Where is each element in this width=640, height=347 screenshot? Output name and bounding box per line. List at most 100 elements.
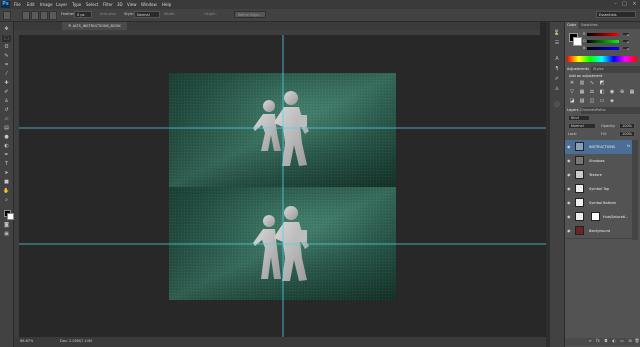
workspace-select[interactable]: Essentials bbox=[596, 11, 636, 18]
layer-row[interactable]: ◉ Symbol Top bbox=[565, 182, 632, 197]
tab-paths[interactable]: Paths bbox=[594, 107, 608, 114]
tab-swatches[interactable]: Swatches bbox=[579, 22, 600, 29]
menu-filter[interactable]: Filter bbox=[103, 1, 113, 8]
delete-layer-icon[interactable]: 🗑 bbox=[634, 338, 640, 344]
gradient-icon[interactable]: ▤ bbox=[2, 125, 11, 132]
zoom-icon[interactable]: ⌕ bbox=[2, 197, 11, 204]
canvas-area[interactable] bbox=[19, 35, 546, 337]
menu-layer[interactable]: Layer bbox=[56, 1, 67, 8]
brush-presets-icon[interactable]: ✐ bbox=[553, 76, 561, 83]
hue-icon[interactable]: ▦ bbox=[579, 89, 585, 95]
visibility-eye-icon[interactable]: ◉ bbox=[567, 228, 572, 233]
history-brush-icon[interactable]: ↺ bbox=[2, 107, 11, 114]
bw-icon[interactable]: ◧ bbox=[599, 89, 605, 95]
levels-icon[interactable]: ▥ bbox=[579, 80, 585, 86]
feather-input[interactable]: 0 px bbox=[74, 11, 92, 18]
layer-row[interactable]: ◉ Texture bbox=[565, 168, 632, 183]
history-panel-icon[interactable]: ⌛ bbox=[553, 30, 561, 37]
lasso-icon[interactable]: ʘ bbox=[2, 44, 11, 51]
channel-mixer-icon[interactable]: ⊕ bbox=[619, 89, 625, 95]
intersect-selection-icon[interactable] bbox=[49, 11, 57, 20]
path-select-icon[interactable]: ➤ bbox=[2, 170, 11, 177]
eraser-icon[interactable]: ▱ bbox=[2, 116, 11, 123]
visibility-eye-icon[interactable]: ◉ bbox=[567, 214, 572, 219]
exposure-icon[interactable]: ◩ bbox=[599, 80, 605, 86]
brightness-icon[interactable]: ☀ bbox=[569, 80, 575, 86]
opacity-input[interactable]: 100% bbox=[619, 123, 635, 129]
visibility-eye-icon[interactable]: ◉ bbox=[567, 186, 572, 191]
clone-source-icon[interactable]: ♙ bbox=[553, 86, 561, 93]
menu-edit[interactable]: Edit bbox=[27, 1, 35, 8]
visibility-eye-icon[interactable]: ◉ bbox=[567, 144, 572, 149]
properties-panel-icon[interactable]: ☰ bbox=[553, 40, 561, 47]
layer-style-icon[interactable]: fx bbox=[595, 338, 601, 344]
hand-icon[interactable]: ✋ bbox=[2, 188, 11, 195]
move-tool-icon[interactable]: ✥ bbox=[2, 26, 11, 33]
color-panel-background[interactable] bbox=[573, 37, 582, 46]
pen-icon[interactable]: ✒ bbox=[2, 152, 11, 159]
screen-mode-icon[interactable]: ▣ bbox=[2, 231, 11, 238]
layer-row[interactable]: ◉ Symbol Bottom bbox=[565, 196, 632, 211]
document-tab[interactable]: ® ALTS_INSTRUCTIONS_BOOK bbox=[62, 22, 127, 30]
style-select[interactable]: Normal bbox=[134, 11, 160, 18]
subtract-selection-icon[interactable] bbox=[40, 11, 48, 20]
anti-alias-label[interactable]: Anti-alias bbox=[100, 12, 116, 17]
menu-3d[interactable]: 3D bbox=[117, 1, 123, 8]
visibility-eye-icon[interactable]: ◉ bbox=[567, 172, 572, 177]
layer-filter-kind[interactable]: Kind bbox=[568, 115, 590, 121]
color-balance-icon[interactable]: ⚖ bbox=[589, 89, 595, 95]
menu-file[interactable]: File bbox=[14, 1, 21, 8]
add-selection-icon[interactable] bbox=[31, 11, 39, 20]
blend-mode-select[interactable]: Normal bbox=[568, 123, 596, 129]
menu-help[interactable]: Help bbox=[162, 1, 171, 8]
dodge-icon[interactable]: ◐ bbox=[2, 143, 11, 150]
new-selection-icon[interactable] bbox=[22, 11, 30, 20]
info-panel-icon[interactable]: ⓘ bbox=[553, 102, 561, 109]
layers-scrollbar[interactable] bbox=[632, 140, 638, 240]
menu-type[interactable]: Type bbox=[72, 1, 81, 8]
link-layers-icon[interactable]: ∞ bbox=[587, 338, 593, 344]
tab-styles[interactable]: Styles bbox=[591, 66, 606, 73]
visibility-eye-icon[interactable]: ◉ bbox=[567, 158, 572, 163]
document-canvas[interactable] bbox=[19, 35, 546, 337]
invert-icon[interactable]: ◪ bbox=[569, 98, 575, 104]
shape-icon[interactable]: ■ bbox=[2, 179, 11, 186]
color-lookup-icon[interactable]: ▦ bbox=[629, 89, 635, 95]
add-mask-icon[interactable]: ◘ bbox=[603, 338, 609, 344]
curves-icon[interactable]: ∿ bbox=[589, 80, 595, 86]
crop-icon[interactable]: ⌗ bbox=[2, 62, 11, 69]
minimize-icon[interactable]: – bbox=[612, 1, 619, 8]
posterize-icon[interactable]: ▨ bbox=[579, 98, 585, 104]
layer-row[interactable]: ◉ Background bbox=[565, 224, 632, 239]
layer-row[interactable]: ◉ INSTRUCTIONS fx bbox=[565, 140, 632, 155]
type-icon[interactable]: T bbox=[2, 161, 11, 168]
visibility-eye-icon[interactable]: ◉ bbox=[567, 200, 572, 205]
quick-select-icon[interactable]: ✎ bbox=[2, 53, 11, 60]
eyedropper-icon[interactable]: ⁄ bbox=[2, 71, 11, 78]
refine-edge-button[interactable]: Refine Edge... bbox=[234, 11, 266, 18]
blur-icon[interactable]: ● bbox=[2, 134, 11, 141]
threshold-icon[interactable]: ◫ bbox=[589, 98, 595, 104]
rectangular-marquee-icon[interactable]: ⬚ bbox=[2, 35, 11, 42]
clone-stamp-icon[interactable]: ♙ bbox=[2, 98, 11, 105]
menu-image[interactable]: Image bbox=[40, 1, 53, 8]
new-layer-icon[interactable]: ⊞ bbox=[627, 338, 633, 344]
new-group-icon[interactable]: ▭ bbox=[619, 338, 625, 344]
layer-fx-icon[interactable]: fx bbox=[627, 144, 630, 148]
menu-select[interactable]: Select bbox=[86, 1, 98, 8]
character-panel-icon[interactable]: A bbox=[553, 56, 561, 63]
photo-filter-icon[interactable]: ◉ bbox=[609, 89, 615, 95]
menu-window[interactable]: Window bbox=[141, 1, 157, 8]
fill-input[interactable]: 100% bbox=[619, 131, 635, 137]
background-color-swatch[interactable] bbox=[7, 213, 14, 220]
new-adjustment-icon[interactable]: ◐ bbox=[611, 338, 617, 344]
restore-icon[interactable]: □ bbox=[621, 1, 628, 8]
paragraph-panel-icon[interactable]: ¶ bbox=[553, 66, 561, 73]
layer-row[interactable]: ◉ Shadows bbox=[565, 154, 632, 169]
healing-brush-icon[interactable]: ✚ bbox=[2, 80, 11, 87]
layer-row[interactable]: ◉ Hue/Saturati... bbox=[565, 210, 632, 225]
gradient-map-icon[interactable]: ▭ bbox=[599, 98, 605, 104]
close-icon[interactable]: × bbox=[631, 1, 638, 8]
vibrance-icon[interactable]: ▽ bbox=[569, 89, 575, 95]
tab-color[interactable]: Color bbox=[565, 22, 579, 29]
